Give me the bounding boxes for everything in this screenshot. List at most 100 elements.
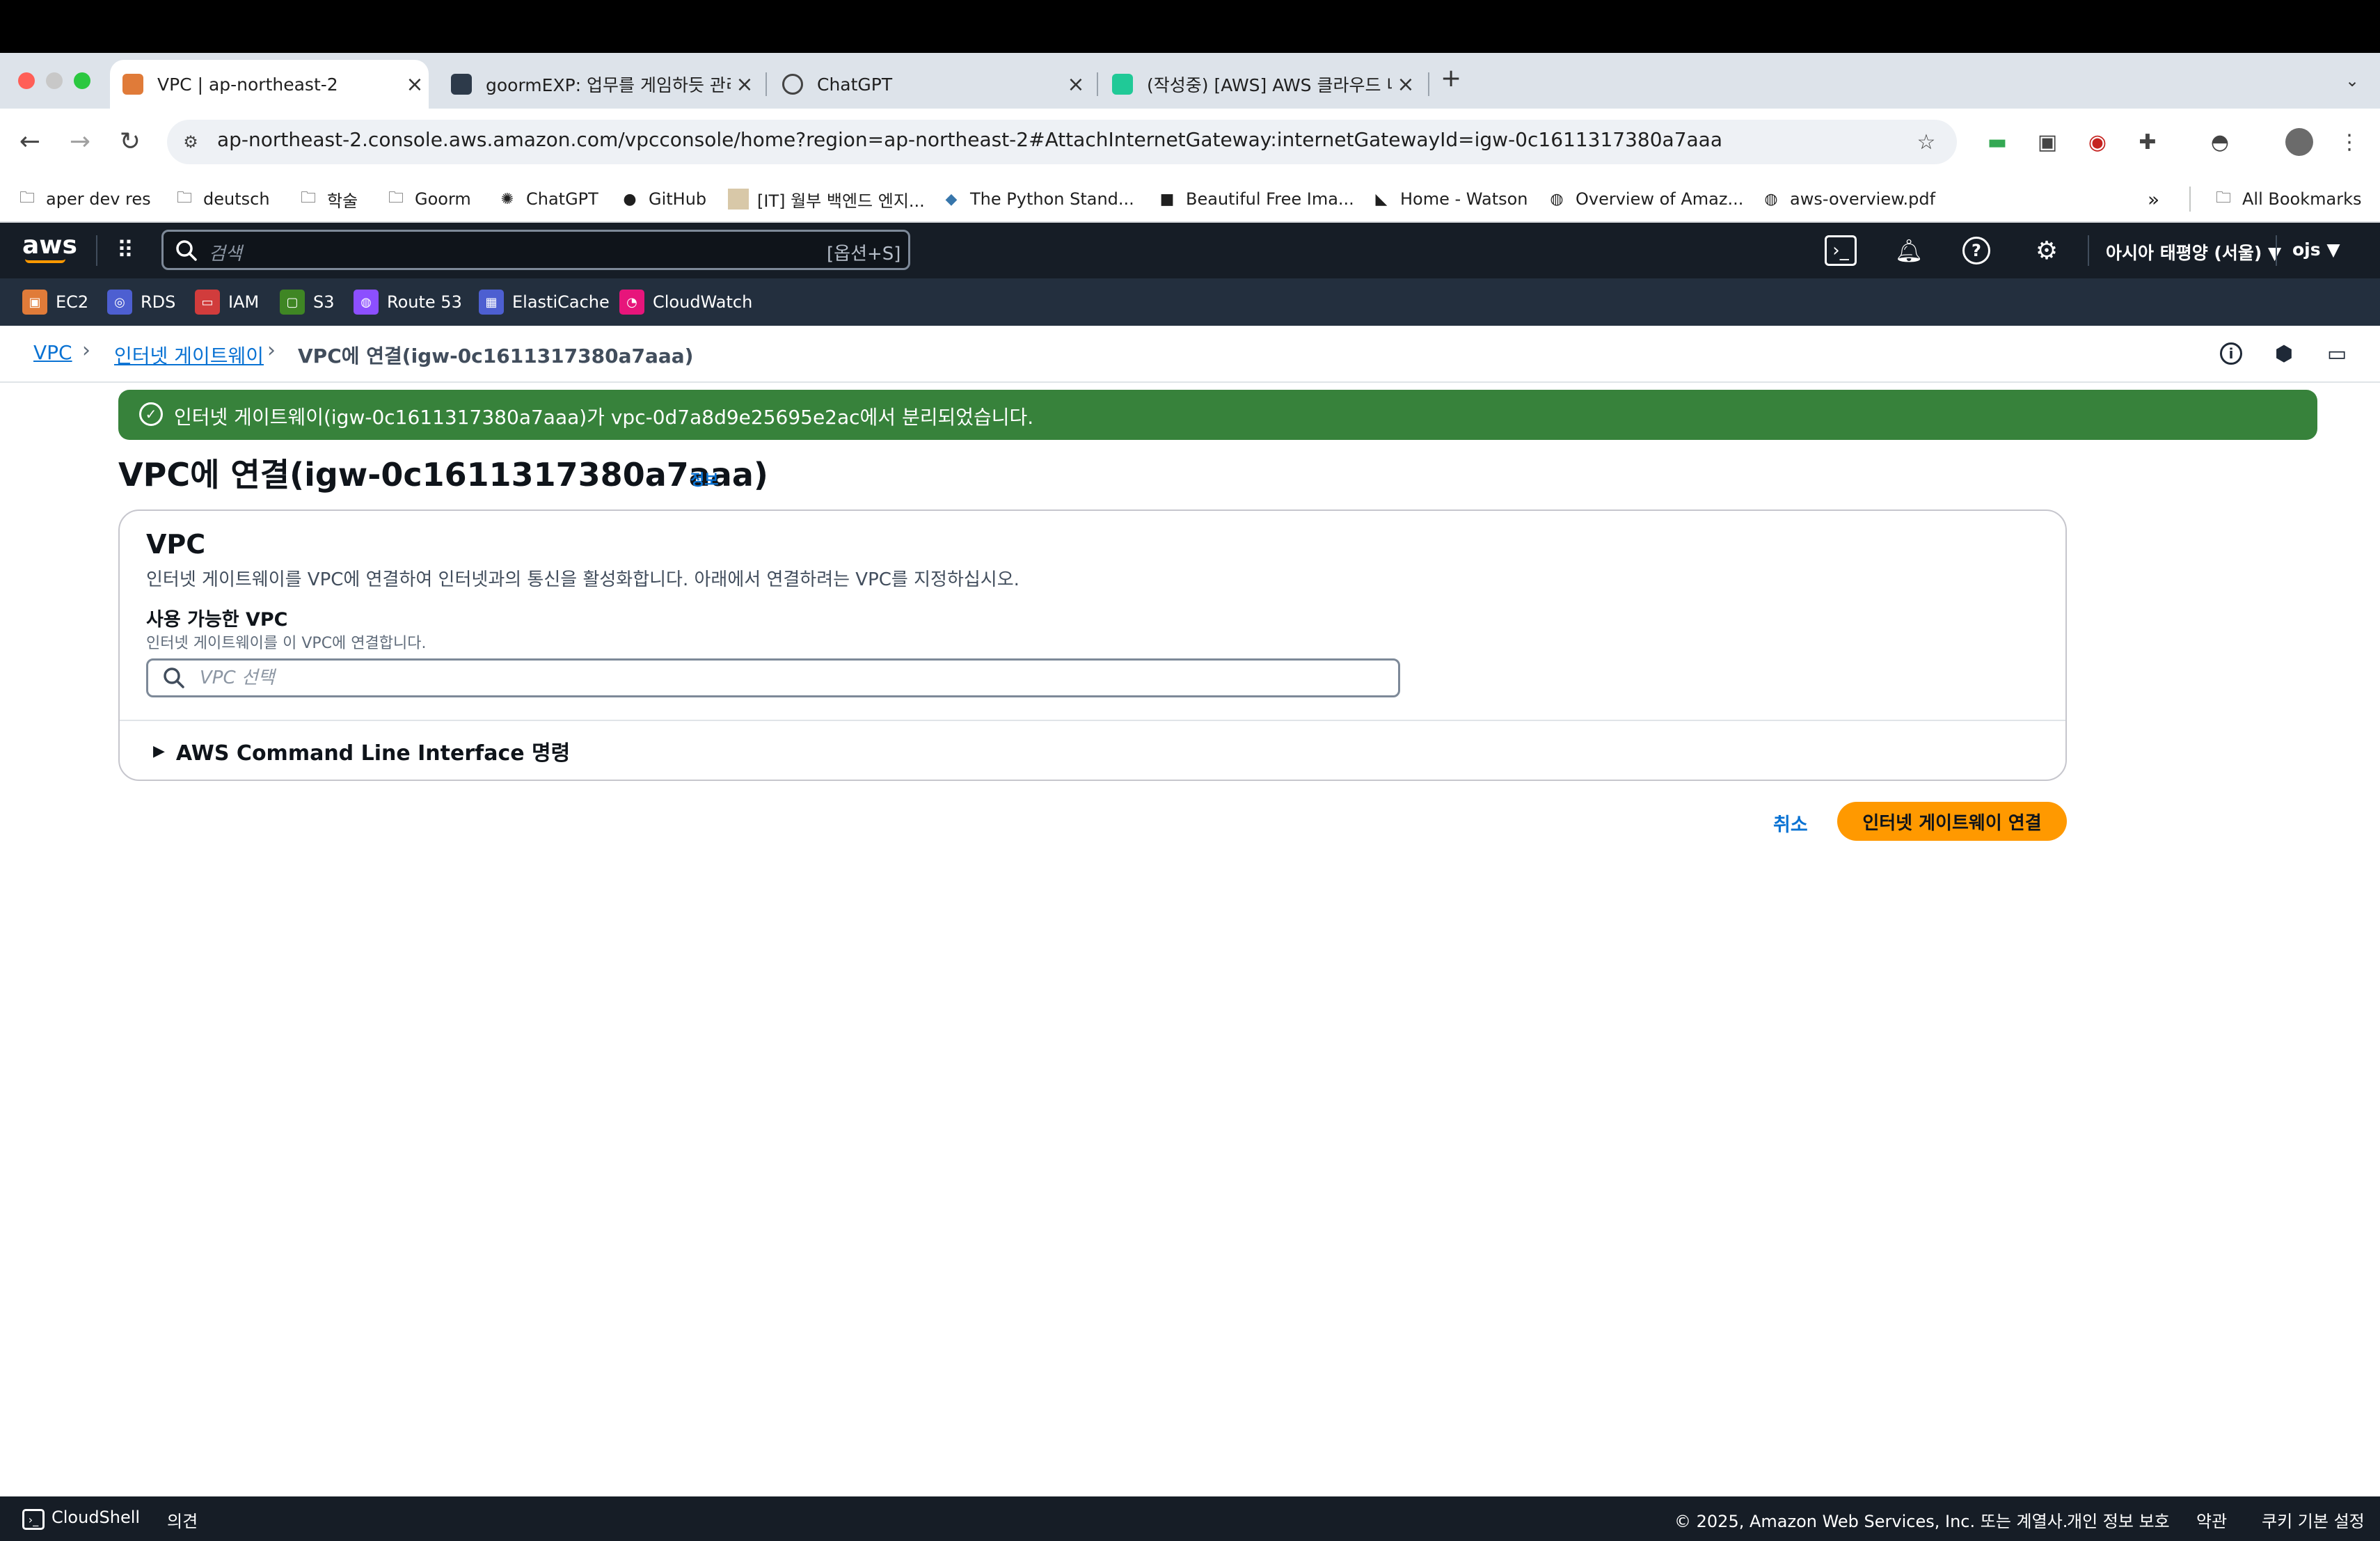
- bookmark-item[interactable]: 🗀 aper dev res: [17, 185, 151, 213]
- aws-smile-logo-icon: [25, 259, 65, 263]
- incognito-icon[interactable]: ◓: [2203, 125, 2237, 159]
- info-panel-icon[interactable]: i: [2216, 338, 2246, 369]
- bookmark-label: [IT] 월부 백엔드 엔지...: [757, 191, 925, 211]
- feedback-link[interactable]: 의견: [167, 1508, 198, 1532]
- region-selector[interactable]: 아시아 태평양 (서울) ▼: [2106, 239, 2281, 264]
- favorite-service-route53[interactable]: ◍ Route 53: [354, 288, 462, 316]
- browser-tab-label: (작성중) [AWS] AWS 클라우드 네: [1147, 75, 1392, 95]
- tab-search-chevron-icon[interactable]: ⌄: [2338, 67, 2366, 95]
- github-icon: ●: [623, 190, 637, 208]
- cli-expandable-section[interactable]: ▶ AWS Command Line Interface 명령: [153, 736, 570, 766]
- ec2-icon: ▣: [22, 290, 47, 315]
- back-arrow-icon[interactable]: ←: [13, 124, 47, 159]
- cancel-button[interactable]: 취소: [1773, 807, 1808, 838]
- forward-arrow-icon[interactable]: →: [63, 124, 97, 159]
- close-icon[interactable]: ×: [1062, 72, 1090, 97]
- browser-tab-vpc[interactable]: VPC | ap-northeast-2 ×: [110, 60, 429, 109]
- browser-tab-goorm[interactable]: goormEXP: 업무를 게임하듯 관리 ×: [438, 60, 759, 109]
- cloudshell-link[interactable]: CloudShell: [51, 1508, 140, 1527]
- chevron-right-icon: ›: [267, 338, 276, 363]
- bookmark-item[interactable]: 🗀 학술: [298, 185, 358, 213]
- breadcrumb-internet-gateways[interactable]: 인터넷 게이트웨이: [114, 341, 264, 369]
- bookmark-item[interactable]: ◍ aws-overview.pdf: [1761, 185, 1935, 213]
- profile-avatar[interactable]: [2285, 128, 2313, 156]
- container-heading: VPC: [146, 529, 206, 560]
- nav-divider: [96, 235, 97, 266]
- favorite-service-ec2[interactable]: ▣ EC2: [22, 288, 88, 316]
- reload-icon[interactable]: ↻: [113, 124, 148, 159]
- favorite-service-rds[interactable]: ◎ RDS: [107, 288, 175, 316]
- all-bookmarks-button[interactable]: 🗀 All Bookmarks: [2213, 185, 2361, 213]
- bookmark-item[interactable]: 🗀 deutsch: [174, 185, 270, 213]
- bell-icon[interactable]: 🔔︎: [1893, 235, 1925, 266]
- gear-icon[interactable]: ⚙: [2031, 235, 2063, 266]
- extensions-puzzle-icon[interactable]: ✚: [2131, 125, 2164, 159]
- bookmark-label: The Python Stand...: [970, 189, 1134, 209]
- display-preferences-icon[interactable]: ▭: [2322, 338, 2352, 369]
- browser-tab-label: VPC | ap-northeast-2: [157, 74, 338, 95]
- bookmark-label: All Bookmarks: [2242, 189, 2362, 209]
- close-icon[interactable]: ×: [731, 72, 759, 97]
- bookmark-item[interactable]: ✺ ChatGPT: [497, 185, 598, 213]
- vpc-select-input[interactable]: [146, 658, 1400, 697]
- services-grid-icon[interactable]: ⠿: [110, 235, 141, 266]
- watson-icon: ◣: [1375, 190, 1388, 208]
- folder-icon: 🗀: [300, 189, 316, 207]
- bookmark-label: aws-overview.pdf: [1790, 189, 1936, 209]
- bookmark-item[interactable]: 🗀 Goorm: [386, 185, 471, 213]
- bookmark-label: deutsch: [203, 189, 270, 209]
- window-minimize-dot[interactable]: [46, 72, 63, 89]
- url-text[interactable]: ap-northeast-2.console.aws.amazon.com/vp…: [217, 128, 1722, 151]
- info-link[interactable]: 정보: [690, 468, 718, 490]
- bookmark-item[interactable]: ◍ Overview of Amaz...: [1546, 185, 1743, 213]
- terms-link[interactable]: 약관: [2196, 1508, 2227, 1532]
- favorite-service-cloudwatch[interactable]: ◔ CloudWatch: [619, 288, 752, 316]
- favorite-service-iam[interactable]: ▭ IAM: [195, 288, 259, 316]
- favorite-service-s3[interactable]: ▢ S3: [280, 288, 335, 316]
- security-shield-icon[interactable]: ⬢: [2269, 338, 2299, 369]
- unsplash-icon: ■: [1159, 190, 1175, 208]
- extension-red-icon[interactable]: ◉: [2081, 125, 2114, 159]
- site-settings-icon[interactable]: ⚙: [178, 128, 203, 156]
- browser-menu-icon[interactable]: ⋮: [2333, 125, 2366, 159]
- rds-icon: ◎: [107, 290, 132, 315]
- openai-icon: [782, 74, 803, 95]
- aws-logo[interactable]: aws: [22, 231, 77, 260]
- elasticache-icon: ▦: [479, 290, 504, 315]
- bookmark-item[interactable]: ● GitHub: [619, 185, 706, 213]
- folder-icon: 🗀: [176, 189, 192, 207]
- bookmark-label: Overview of Amaz...: [1576, 189, 1744, 209]
- bookmark-item[interactable]: ■ Beautiful Free Ima...: [1157, 185, 1354, 213]
- browser-tab-chatgpt[interactable]: ChatGPT ×: [770, 60, 1090, 109]
- browser-tab-velog[interactable]: (작성중) [AWS] AWS 클라우드 네 ×: [1100, 60, 1420, 109]
- screen-top-bezel: [0, 0, 2380, 53]
- close-icon[interactable]: ×: [401, 72, 429, 97]
- attach-internet-gateway-button[interactable]: 인터넷 게이트웨이 연결: [1837, 802, 2067, 841]
- window-zoom-dot[interactable]: [74, 72, 90, 89]
- breadcrumb-vpc[interactable]: VPC: [33, 341, 72, 364]
- help-icon[interactable]: ?: [1962, 237, 1990, 264]
- available-vpc-description: 인터넷 게이트웨이를 이 VPC에 연결합니다.: [146, 635, 427, 652]
- breadcrumb-current: VPC에 연결(igw-0c1611317380a7aaa): [298, 345, 694, 368]
- window-close-dot[interactable]: [18, 72, 35, 89]
- account-menu[interactable]: ojs ▼: [2292, 239, 2340, 260]
- more-bookmarks-chevron-icon[interactable]: »: [2148, 185, 2159, 213]
- cloudshell-icon[interactable]: ›_: [1825, 235, 1857, 266]
- bookmark-favicon: [728, 189, 749, 210]
- bookmark-item[interactable]: ◣ Home - Watson: [1371, 185, 1528, 213]
- extension-green-icon[interactable]: ▬: [1981, 125, 2014, 159]
- extension-cards-icon[interactable]: ▣: [2031, 125, 2064, 159]
- cloudshell-icon[interactable]: ›_: [22, 1509, 45, 1530]
- page-title: VPC에 연결(igw-0c1611317380a7aaa): [118, 456, 768, 493]
- aws-search-input[interactable]: [161, 230, 910, 270]
- bookmark-item[interactable]: [IT] 월부 백엔드 엔지...: [728, 185, 925, 213]
- bookmark-item[interactable]: ◆ The Python Stand...: [941, 185, 1134, 213]
- bookmark-star-icon[interactable]: ☆: [1910, 125, 1943, 159]
- new-tab-button[interactable]: +: [1441, 64, 1461, 93]
- privacy-link[interactable]: 개인 정보 보호: [2067, 1508, 2170, 1532]
- close-icon[interactable]: ×: [1392, 72, 1420, 97]
- favorite-service-elasticache[interactable]: ▦ ElastiCache: [479, 288, 610, 316]
- cookie-preferences-link[interactable]: 쿠키 기본 설정: [2262, 1508, 2365, 1532]
- globe-icon: ◍: [1550, 190, 1564, 208]
- bookmark-label: GitHub: [649, 189, 707, 209]
